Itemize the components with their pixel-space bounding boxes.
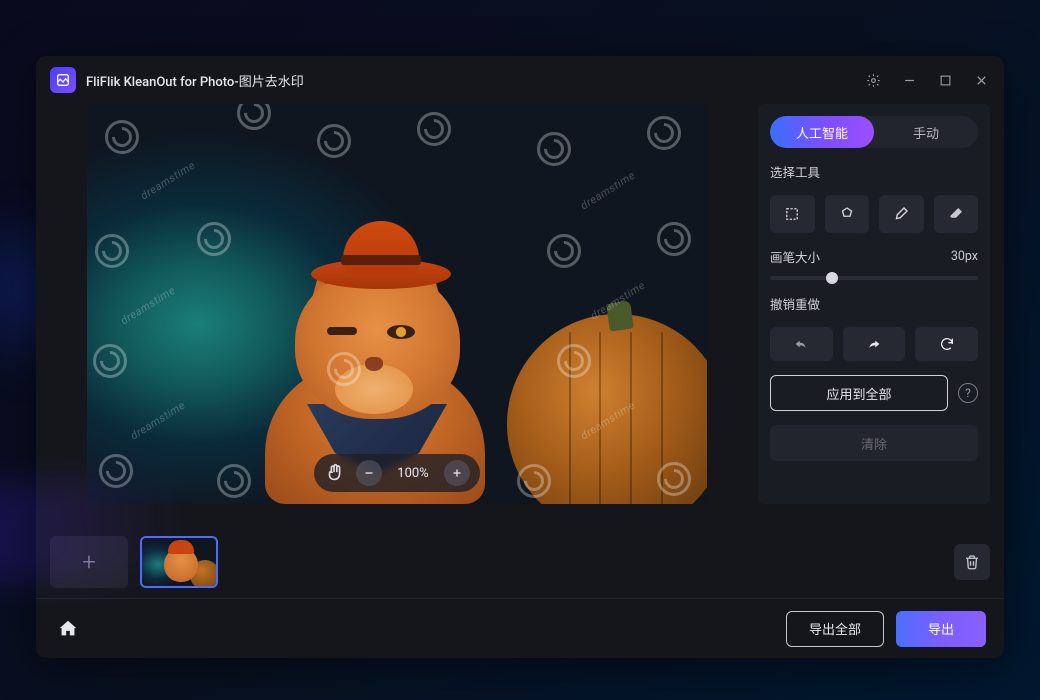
canvas-area: dreamstime dreamstime dreamstime dreamst… bbox=[50, 104, 744, 526]
tab-ai[interactable]: 人工智能 bbox=[770, 116, 874, 148]
undo-redo-label: 撤销重做 bbox=[770, 294, 978, 313]
thumbnail-bar: + bbox=[36, 526, 1004, 598]
zoom-out-button[interactable] bbox=[356, 460, 382, 486]
tool-lasso[interactable] bbox=[825, 195, 870, 233]
zoom-in-button[interactable] bbox=[444, 460, 470, 486]
watermark-icon bbox=[327, 352, 361, 386]
tool-eraser[interactable] bbox=[934, 195, 979, 233]
footer: 导出全部 导出 bbox=[36, 598, 1004, 658]
close-icon[interactable] bbox=[972, 71, 990, 89]
zoom-toolbar: 100% bbox=[314, 454, 480, 492]
app-icon bbox=[50, 67, 76, 93]
hand-icon[interactable] bbox=[324, 462, 346, 484]
tab-manual[interactable]: 手动 bbox=[874, 116, 978, 148]
watermark-icon bbox=[657, 462, 691, 496]
watermark-icon bbox=[317, 124, 351, 158]
slider-thumb[interactable] bbox=[826, 272, 838, 284]
watermark-icon bbox=[99, 454, 133, 488]
tool-marquee[interactable] bbox=[770, 195, 815, 233]
window-buttons bbox=[864, 71, 990, 89]
app-window: FliFlik KleanOut for Photo-图片去水印 bbox=[36, 56, 1004, 658]
thumbnail-1[interactable] bbox=[140, 536, 218, 588]
titlebar: FliFlik KleanOut for Photo-图片去水印 bbox=[36, 56, 1004, 104]
apply-all-button[interactable]: 应用到全部 bbox=[770, 375, 948, 411]
brush-size-label: 画笔大小 bbox=[770, 247, 820, 266]
image-canvas[interactable]: dreamstime dreamstime dreamstime dreamst… bbox=[87, 104, 707, 504]
add-image-button[interactable]: + bbox=[50, 536, 128, 588]
brush-size-slider[interactable] bbox=[770, 276, 978, 280]
undo-button[interactable] bbox=[770, 327, 833, 361]
watermark-icon bbox=[105, 120, 139, 154]
watermark-icon bbox=[557, 344, 591, 378]
canvas-column: dreamstime dreamstime dreamstime dreamst… bbox=[50, 104, 744, 526]
apply-row: 应用到全部 ? bbox=[770, 375, 978, 411]
maximize-icon[interactable] bbox=[936, 71, 954, 89]
watermark-icon bbox=[417, 112, 451, 146]
redo-button[interactable] bbox=[843, 327, 906, 361]
brush-size-row: 画笔大小 30px bbox=[770, 247, 978, 266]
select-tool-label: 选择工具 bbox=[770, 162, 978, 181]
watermark-icon bbox=[647, 116, 681, 150]
brush-size-value: 30px bbox=[951, 249, 978, 264]
clear-button[interactable]: 清除 bbox=[770, 425, 978, 461]
app-title: FliFlik KleanOut for Photo-图片去水印 bbox=[86, 71, 854, 90]
mode-tabs: 人工智能 手动 bbox=[770, 116, 978, 148]
main-area: dreamstime dreamstime dreamstime dreamst… bbox=[36, 104, 1004, 526]
help-icon[interactable]: ? bbox=[958, 383, 978, 403]
home-icon[interactable] bbox=[54, 615, 82, 643]
watermark-icon bbox=[197, 222, 231, 256]
watermark-icon bbox=[517, 464, 551, 498]
export-all-button[interactable]: 导出全部 bbox=[786, 611, 884, 647]
watermark-icon bbox=[657, 222, 691, 256]
undo-row bbox=[770, 327, 978, 361]
zoom-value: 100% bbox=[392, 466, 434, 481]
tool-brush[interactable] bbox=[879, 195, 924, 233]
tool-row bbox=[770, 195, 978, 233]
watermark-icon bbox=[95, 234, 129, 268]
side-panel: 人工智能 手动 选择工具 画笔大小 30px 撤销重做 bbox=[758, 104, 990, 504]
watermark-icon bbox=[93, 344, 127, 378]
watermark-icon bbox=[217, 464, 251, 498]
export-button[interactable]: 导出 bbox=[896, 611, 986, 647]
reset-button[interactable] bbox=[915, 327, 978, 361]
minimize-icon[interactable] bbox=[900, 71, 918, 89]
gear-icon[interactable] bbox=[864, 71, 882, 89]
delete-button[interactable] bbox=[954, 544, 990, 580]
watermark-icon bbox=[537, 132, 571, 166]
watermark-icon bbox=[547, 234, 581, 268]
